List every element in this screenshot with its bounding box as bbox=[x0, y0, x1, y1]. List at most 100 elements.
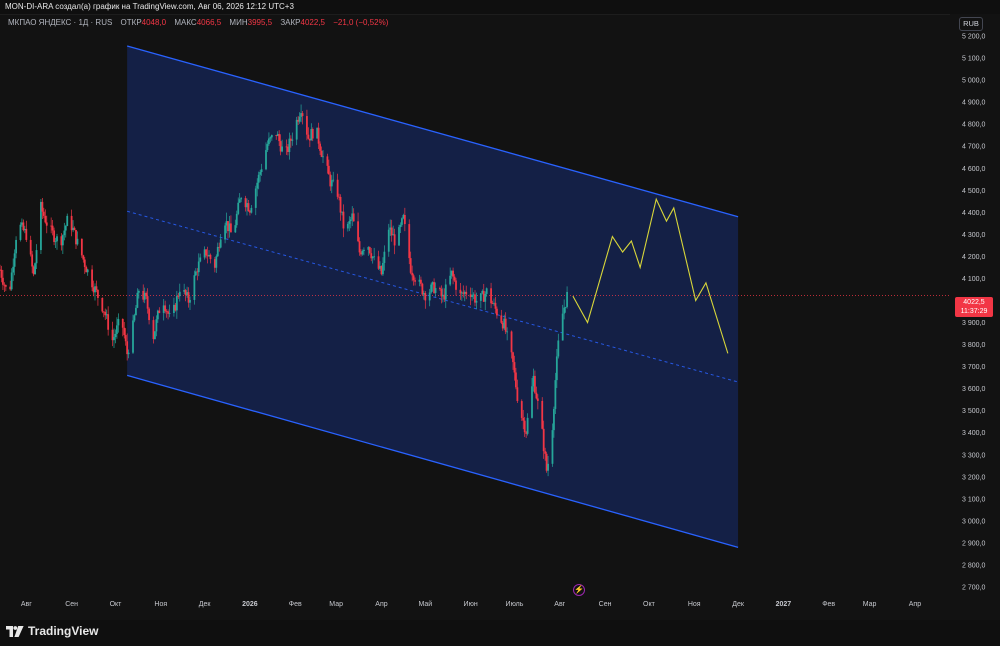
x-tick-label: Май bbox=[418, 600, 432, 608]
candle-body bbox=[148, 308, 150, 321]
candle-body bbox=[51, 225, 54, 231]
brand-logo[interactable]: TradingView bbox=[6, 624, 98, 638]
candle-body bbox=[259, 172, 262, 175]
currency-button[interactable]: RUB bbox=[959, 17, 983, 31]
candle-body bbox=[2, 277, 4, 285]
candle-body bbox=[430, 284, 433, 293]
candle-body bbox=[123, 327, 126, 336]
y-tick-label: 4 700,0 bbox=[962, 144, 985, 151]
candle-body bbox=[317, 127, 320, 144]
candle-body bbox=[250, 207, 253, 213]
candle-body bbox=[414, 280, 416, 282]
candle-body bbox=[215, 256, 218, 268]
x-tick-label: Фев bbox=[289, 601, 302, 608]
candle-body bbox=[428, 292, 431, 301]
candle-body bbox=[465, 291, 468, 295]
candle-body bbox=[56, 236, 58, 242]
candle-body bbox=[4, 285, 7, 287]
candle-body bbox=[132, 320, 134, 353]
y-tick-label: 3 800,0 bbox=[962, 342, 985, 349]
candle-body bbox=[238, 199, 241, 203]
last-price-tag: 4022,5 11:37:29 bbox=[955, 297, 993, 317]
candle-body bbox=[307, 134, 310, 139]
candle-body bbox=[268, 138, 270, 145]
candle-body bbox=[401, 218, 403, 225]
x-tick-label: Окт bbox=[643, 601, 656, 608]
candle-body bbox=[553, 408, 555, 431]
candle-body bbox=[83, 259, 86, 267]
tradingview-logo-icon bbox=[6, 625, 24, 637]
candle-body bbox=[515, 372, 517, 388]
candle-body bbox=[86, 269, 89, 273]
candle-body bbox=[116, 325, 118, 334]
y-tick-label: 4 800,0 bbox=[962, 122, 985, 129]
candle-body bbox=[536, 398, 539, 401]
candle-body bbox=[240, 198, 243, 200]
x-tick-label: Июн bbox=[464, 601, 478, 608]
candle-body bbox=[494, 302, 497, 309]
y-tick-label: 3 000,0 bbox=[962, 518, 985, 525]
candle-body bbox=[247, 203, 250, 212]
x-tick-label: Апр bbox=[909, 601, 921, 608]
y-tick-label: 3 400,0 bbox=[962, 430, 985, 437]
x-tick-label: Фев bbox=[822, 601, 835, 608]
candle-body bbox=[342, 211, 345, 229]
price-chart[interactable]: 5 200,0 5 100,0 5 000,0 4 900,0 4 800,0 4 700… bbox=[0, 0, 1000, 620]
y-tick-label: 2 900,0 bbox=[962, 540, 985, 547]
candle-body bbox=[357, 221, 359, 242]
x-tick-label: Ноя bbox=[154, 601, 167, 608]
candle-body bbox=[31, 254, 34, 267]
candle-body bbox=[135, 307, 137, 316]
candle-body bbox=[513, 362, 516, 373]
candle-body bbox=[121, 318, 124, 328]
legend-close-label: ЗАКР bbox=[280, 18, 301, 27]
candle-body bbox=[10, 272, 13, 290]
candle-body bbox=[361, 251, 364, 255]
legend-change: −21,0 (−0,52%) bbox=[333, 18, 389, 27]
candle-body bbox=[301, 113, 304, 117]
x-tick-label: 2026 bbox=[242, 601, 258, 608]
candle-body bbox=[383, 251, 386, 263]
candle-body bbox=[551, 430, 554, 464]
y-tick-label: 3 200,0 bbox=[962, 474, 985, 481]
candle-body bbox=[522, 417, 525, 421]
x-tick-label: Сен bbox=[599, 601, 612, 608]
candle-body bbox=[199, 257, 202, 262]
candle-body bbox=[137, 290, 140, 293]
candle-body bbox=[455, 280, 457, 290]
candle-body bbox=[82, 255, 85, 260]
lightning-bolt-icon[interactable]: ⚡ bbox=[573, 584, 585, 596]
candle-body bbox=[133, 315, 136, 321]
candle-body bbox=[434, 288, 437, 293]
candle-body bbox=[265, 150, 267, 170]
candle-body bbox=[234, 225, 237, 233]
y-tick-label: 4 600,0 bbox=[962, 166, 985, 173]
candle-body bbox=[35, 250, 38, 264]
candle-body bbox=[534, 375, 536, 393]
candle-body bbox=[117, 318, 120, 326]
candle-body bbox=[257, 174, 260, 183]
y-tick-label: 3 700,0 bbox=[962, 364, 985, 371]
y-tick-label: 5 100,0 bbox=[962, 56, 985, 63]
candle-body bbox=[393, 234, 396, 246]
candle-body bbox=[15, 239, 17, 254]
candle-body bbox=[127, 352, 130, 355]
x-tick-label: Мар bbox=[329, 601, 343, 608]
candle-body bbox=[189, 299, 191, 303]
candle-body bbox=[54, 241, 57, 243]
candle-body bbox=[485, 288, 488, 294]
candle-body bbox=[95, 286, 98, 290]
y-tick-label: 3 100,0 bbox=[962, 496, 985, 503]
candle-body bbox=[561, 313, 564, 341]
candle-body bbox=[61, 235, 64, 246]
candle-body bbox=[479, 293, 482, 301]
x-tick-label: Апр bbox=[375, 601, 387, 608]
candle-body bbox=[373, 256, 376, 258]
candle-body bbox=[336, 179, 339, 197]
candle-body bbox=[554, 380, 557, 409]
candle-body bbox=[411, 272, 414, 276]
y-tick-label: 5 000,0 bbox=[962, 78, 985, 85]
candle-body bbox=[387, 229, 390, 252]
candle-body bbox=[209, 254, 212, 260]
symbol-legend[interactable]: МКПАО ЯНДЕКС · 1Д · RUS ОТКР4048,0 МАКС4… bbox=[8, 18, 388, 27]
